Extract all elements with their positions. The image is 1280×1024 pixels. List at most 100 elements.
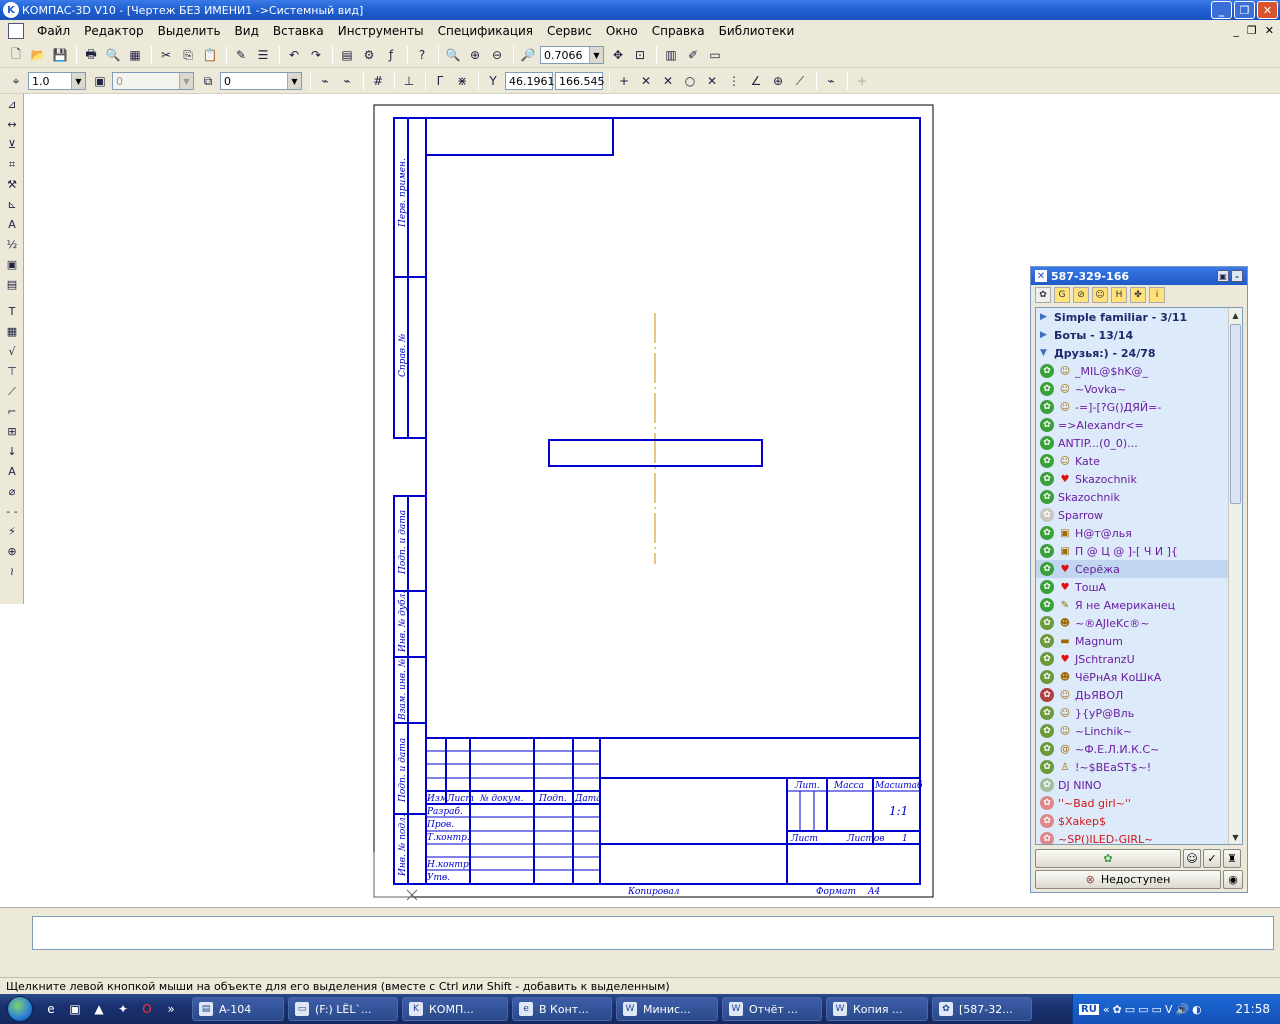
leader-icon[interactable]: ⟋ xyxy=(2,382,22,401)
contact-item[interactable]: ✿ ANTIP...(0_0)... xyxy=(1036,434,1228,452)
find-user-button[interactable]: ☺ xyxy=(1183,849,1201,868)
zoom-window-icon[interactable]: 🔍 xyxy=(443,45,463,65)
snap-nearest-icon[interactable]: ✕ xyxy=(636,71,656,91)
grid-icon[interactable]: # xyxy=(368,71,388,91)
face-icon[interactable]: ☺ xyxy=(1092,287,1108,303)
taskbar-button[interactable]: K КОМП... xyxy=(402,997,508,1021)
save-icon[interactable]: 💾 xyxy=(50,45,70,65)
roughness-icon[interactable]: √ xyxy=(2,342,22,361)
privacy-button[interactable]: ◉ xyxy=(1223,870,1243,889)
mdi-close-icon[interactable]: ✕ xyxy=(1265,24,1274,37)
snap-intersection-icon[interactable]: ✕ xyxy=(658,71,678,91)
pin-icon[interactable]: ▣ xyxy=(1217,270,1229,282)
regenerate-icon[interactable]: ✐ xyxy=(683,45,703,65)
pan-icon[interactable]: ✥ xyxy=(608,45,628,65)
icq-window[interactable]: ✕ 587-329-166 ▣ – ✿ G ⊘ ☺ H ✤ i ▶ Simple … xyxy=(1030,266,1248,893)
base-icon[interactable]: ⊤ xyxy=(2,362,22,381)
status-flower-icon[interactable]: ✿ xyxy=(1035,287,1051,303)
redo-icon[interactable]: ↷ xyxy=(306,45,326,65)
dimensions-icon[interactable]: ↔ xyxy=(2,115,22,134)
view-state-icon[interactable]: ▣ xyxy=(90,71,110,91)
menu-help[interactable]: Справка xyxy=(645,24,712,38)
group-icon[interactable]: G xyxy=(1054,287,1070,303)
library-manager-icon[interactable]: ⚙ xyxy=(359,45,379,65)
opera-quicklaunch-icon[interactable]: O xyxy=(136,998,158,1020)
select-icon[interactable]: A xyxy=(2,215,22,234)
menu-libraries[interactable]: Библиотеки xyxy=(712,24,802,38)
edit-icon[interactable]: ⌗ xyxy=(2,155,22,174)
zoom-in-icon[interactable]: ⊕ xyxy=(465,45,485,65)
contact-item[interactable]: ✿ ☺ ~Vovka~ xyxy=(1036,380,1228,398)
open-icon[interactable]: 📂 xyxy=(28,45,48,65)
new-document-icon[interactable]: 🗋 xyxy=(6,45,26,65)
zoom-scale-icon[interactable]: 🔎 xyxy=(518,45,538,65)
contact-list-scrollbar[interactable]: ▲ ▼ xyxy=(1228,308,1242,844)
variables-icon[interactable]: ƒ xyxy=(381,45,401,65)
close-icon[interactable]: ✕ xyxy=(1035,270,1047,282)
snap-middle-icon[interactable]: ⋮ xyxy=(724,71,744,91)
contact-group[interactable]: ▶ Боты - 13/14 xyxy=(1036,326,1242,344)
show-more-icon[interactable]: » xyxy=(160,998,182,1020)
measure-icon[interactable]: ⊾ xyxy=(2,195,22,214)
ie-quicklaunch-icon[interactable]: e xyxy=(40,998,62,1020)
wave-line-icon[interactable]: ⚡ xyxy=(2,522,22,541)
menu-window[interactable]: Окно xyxy=(599,24,645,38)
kompas-app-icon[interactable]: K xyxy=(3,2,19,18)
snap-point-icon[interactable]: + xyxy=(614,71,634,91)
chevron-down-icon[interactable]: ▼ xyxy=(179,73,193,89)
contact-item[interactable]: ✿ ☺ Kate xyxy=(1036,452,1228,470)
contact-item[interactable]: ✿ ✎ Я не Американец xyxy=(1036,596,1228,614)
contact-item[interactable]: ✿ ♥ Skazochnik xyxy=(1036,470,1228,488)
app-quicklaunch-icon[interactable]: ✦ xyxy=(112,998,134,1020)
minimize-button[interactable]: _ xyxy=(1211,1,1232,19)
contact-group[interactable]: ▼ Друзья:) - 24/78 xyxy=(1036,344,1242,362)
contact-item[interactable]: ✿ ▣ П @ Ц @ ]-[ Ч И ]{ xyxy=(1036,542,1228,560)
zoom-combo[interactable]: 0.7066 ▼ xyxy=(540,46,604,64)
snap-normal-icon[interactable]: ✕ xyxy=(702,71,722,91)
contact-item[interactable]: ✿ $Xakep$ xyxy=(1036,812,1228,830)
coord-y-field[interactable]: 166.545 xyxy=(555,72,605,90)
maximize-button[interactable]: ❐ xyxy=(1234,1,1255,19)
round-coords-icon[interactable]: ⋇ xyxy=(452,71,472,91)
info-icon[interactable]: i xyxy=(1149,287,1165,303)
taskbar-button[interactable]: ▭ (F:) LЁL`... xyxy=(288,997,398,1021)
display-settings-icon[interactable]: ▭ xyxy=(705,45,725,65)
icq-title-bar[interactable]: ✕ 587-329-166 ▣ – xyxy=(1031,267,1247,285)
contact-item[interactable]: ✿ ♙ !~$BEaST$~! xyxy=(1036,758,1228,776)
taskbar-button[interactable]: W Минис... xyxy=(616,997,718,1021)
section-icon[interactable]: A xyxy=(2,462,22,481)
minimize-icon[interactable]: – xyxy=(1231,270,1243,282)
contact-item[interactable]: ✿ ☺ -=]-[?G()ДЯЙ=- xyxy=(1036,398,1228,416)
snap-settings-icon[interactable]: ⌁ xyxy=(821,71,841,91)
status-button[interactable]: ⊗ Недоступен xyxy=(1035,870,1221,889)
main-menu-button[interactable]: ✿ xyxy=(1035,849,1181,868)
cursor-coords-icon[interactable]: Y xyxy=(483,71,503,91)
snap-magnet-icon[interactable]: ⌁ xyxy=(315,71,335,91)
contact-item[interactable]: ✿ ♥ JSchtranzU xyxy=(1036,650,1228,668)
local-snap-icon[interactable]: ⌁ xyxy=(337,71,357,91)
help-pointer-icon[interactable]: ? xyxy=(412,45,432,65)
layers-icon[interactable]: ⧉ xyxy=(198,71,218,91)
geometry-icon[interactable]: ⊿ xyxy=(2,95,22,114)
scroll-down-icon[interactable]: ▼ xyxy=(1229,830,1242,844)
close-button[interactable]: ✕ xyxy=(1257,1,1278,19)
contact-item[interactable]: ✿ ~SP()ILED-GIRL~ xyxy=(1036,830,1228,844)
contact-item[interactable]: ✿ =>Alexandr<= xyxy=(1036,416,1228,434)
print-icon[interactable]: 🖶 xyxy=(81,45,101,65)
contact-item[interactable]: ✿ ▣ Н@т@лья xyxy=(1036,524,1228,542)
refresh-image-icon[interactable]: ▥ xyxy=(661,45,681,65)
undo-icon[interactable]: ↶ xyxy=(284,45,304,65)
contact-group[interactable]: ▶ Simple familiar - 3/11 xyxy=(1036,308,1242,326)
zigzag-icon[interactable]: ≀ xyxy=(2,562,22,581)
contact-item[interactable]: ✿ ♥ ТошА xyxy=(1036,578,1228,596)
menu-view[interactable]: Вид xyxy=(228,24,266,38)
menu-tools[interactable]: Инструменты xyxy=(331,24,431,38)
break-icon[interactable]: ⌀ xyxy=(2,482,22,501)
contact-item[interactable]: ✿ @ ~Ф.Е.Л.И.К.С~ xyxy=(1036,740,1228,758)
snap-along-icon[interactable]: ⟋ xyxy=(790,71,810,91)
clock[interactable]: 21:58 xyxy=(1235,1002,1270,1016)
fit-all-icon[interactable]: ⊡ xyxy=(630,45,650,65)
center-mark-icon[interactable]: ⊕ xyxy=(2,542,22,561)
kompas-quicklaunch-icon[interactable]: ▲ xyxy=(88,998,110,1020)
paste-icon[interactable]: 📋 xyxy=(200,45,220,65)
